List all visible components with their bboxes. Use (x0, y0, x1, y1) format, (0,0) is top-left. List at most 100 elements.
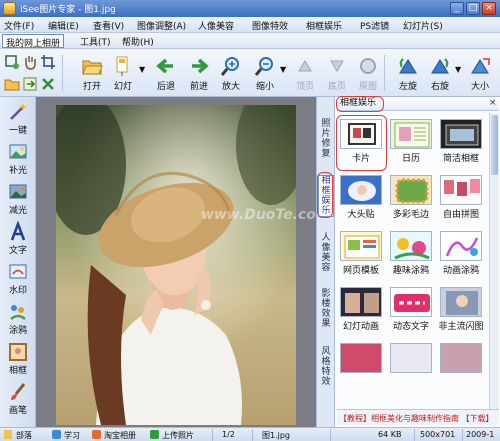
brush-tool[interactable]: 画笔 (2, 381, 34, 417)
text-tool[interactable]: 文字 (2, 221, 34, 257)
status-tribe[interactable]: 部落 (16, 430, 32, 441)
status-dimensions: 500x701 (420, 430, 456, 439)
forward-button[interactable]: 前进 (183, 53, 215, 93)
maximize-button[interactable]: □ (466, 2, 480, 15)
first-page-button[interactable]: 顶页 (289, 53, 321, 93)
original-size-button[interactable]: 原图 (352, 53, 384, 93)
frame-item-color-edge[interactable]: 多彩毛边 (387, 173, 435, 221)
frame-tool[interactable]: 相框 (2, 341, 34, 377)
open-folder-icon (82, 60, 103, 75)
slideshow-button[interactable]: 幻灯 (107, 53, 139, 93)
status-separator (252, 429, 253, 441)
menu-effects[interactable]: 图像特效 (252, 19, 288, 32)
slideshow-dropdown-icon[interactable]: ▼ (139, 65, 145, 74)
folder-small-icon[interactable] (4, 76, 20, 92)
status-upload-photo[interactable]: 上传照片 (162, 430, 194, 441)
menu-help[interactable]: 帮助(H) (122, 35, 154, 48)
status-filename: 图1.jpg (262, 431, 291, 440)
tab-style-effects[interactable]: 风格特效 (318, 347, 334, 387)
frame-item-calendar[interactable]: 日历 (387, 117, 435, 165)
text-icon (10, 221, 26, 241)
panel-scrollbar[interactable] (489, 113, 499, 409)
zoom-in-icon (220, 57, 239, 76)
status-page-counter: 1/2 (222, 430, 235, 439)
menu-edit[interactable]: 编辑(E) (48, 19, 79, 32)
menu-ps-filters[interactable]: PS滤镜 (360, 19, 389, 32)
back-button[interactable]: 后退 (150, 53, 182, 93)
menu-slideshow[interactable]: 幻灯片(S) (403, 19, 443, 32)
tab-highlight-ring (317, 172, 333, 218)
title-bar: iSee图片专家 - 图1.jpg _ □ × (0, 0, 500, 17)
frame-label: 相框 (8, 366, 27, 376)
add-light-tool[interactable]: 补光 (2, 141, 34, 177)
menu-tools[interactable]: 工具(T) (80, 35, 111, 48)
menu-frames[interactable]: 相框娱乐 (306, 19, 342, 32)
free-collage-label: 自由拼图 (442, 210, 479, 220)
panel-footer-links[interactable]: 【教程】相框美化与趣味制作指南 【下载】 (337, 409, 499, 425)
frame-item-simple-frame[interactable]: 简洁相框 (437, 117, 485, 165)
zoom-out-icon (254, 57, 273, 76)
zoom-in-button[interactable]: 放大 (215, 53, 247, 93)
status-learn[interactable]: 学习 (64, 430, 80, 441)
minimize-button[interactable]: _ (450, 2, 464, 15)
close-button[interactable]: × (482, 2, 496, 15)
hand-icon[interactable] (22, 54, 38, 70)
one-click-tool[interactable]: 一键 (2, 101, 34, 137)
rotate-dropdown-icon[interactable]: ▼ (455, 65, 461, 74)
frame-item-more-3[interactable] (437, 341, 485, 381)
panel-close-button[interactable]: × (489, 98, 497, 108)
app-logo-icon (3, 2, 16, 15)
frame-item-animated-doodle[interactable]: 动画涂鸦 (437, 229, 485, 277)
watermark-icon (9, 264, 27, 279)
frame-item-more-2[interactable] (387, 341, 435, 381)
rotate-right-button[interactable]: 右旋 (424, 53, 456, 93)
tab-photo-repair[interactable]: 照片修复 (318, 119, 334, 159)
window-title: iSee图片专家 - 图1.jpg (20, 5, 116, 15)
frame-item-animated-text[interactable]: 动态文字 (387, 285, 435, 333)
watermark-label: 水印 (8, 286, 27, 296)
doodle-tool[interactable]: 涂鸦 (2, 301, 34, 337)
delete-icon[interactable] (40, 76, 56, 92)
rotate-right-label: 右旋 (430, 82, 449, 92)
zoom-out-button[interactable]: 缩小 (249, 53, 281, 93)
resize-button[interactable]: 大小 (464, 53, 496, 93)
menu-view[interactable]: 查看(V) (93, 19, 124, 32)
image-canvas[interactable]: www.DuoTe.com (36, 97, 331, 427)
frame-item-fun-doodle[interactable]: 趣味涂鸦 (387, 229, 435, 277)
tab-studio-effects[interactable]: 影楼效果 (318, 289, 334, 329)
reduce-light-tool[interactable]: 减光 (2, 181, 34, 217)
panel-scrollbar-thumb[interactable] (491, 115, 498, 175)
learn-icon (52, 430, 61, 439)
simple-frame-thumbnail-icon (445, 124, 479, 146)
menu-portrait[interactable]: 人像美容 (198, 19, 234, 32)
brush-label: 画笔 (8, 406, 27, 416)
status-taobao-album[interactable]: 淘宝相册 (104, 430, 136, 441)
flash-image-label: 非主流闪图 (438, 322, 484, 332)
frame-item-web-template[interactable]: 网页模板 (337, 229, 385, 277)
select-icon[interactable] (4, 54, 20, 70)
frame-item-slide-animation[interactable]: 幻灯动画 (337, 285, 385, 333)
frame-item-more-1[interactable] (337, 341, 385, 381)
crop-icon[interactable] (40, 54, 56, 70)
last-page-label: 底页 (327, 82, 346, 92)
open-button[interactable]: 打开 (76, 53, 108, 93)
watermark-tool[interactable]: 水印 (2, 261, 34, 297)
frame-item-free-collage[interactable]: 自由拼图 (437, 173, 485, 221)
last-page-button[interactable]: 底页 (321, 53, 353, 93)
zoom-dropdown-icon[interactable]: ▼ (280, 65, 286, 74)
photo-sticker-thumbnail-icon (348, 181, 376, 201)
animated-text-thumbnail-icon (394, 294, 430, 312)
slideshow-icon (116, 56, 128, 76)
menu-online-album[interactable]: 我的网上相册 (2, 34, 65, 49)
toolbar-separator (384, 55, 385, 91)
frame-item-flash-image[interactable]: 非主流闪图 (437, 285, 485, 333)
menu-file[interactable]: 文件(F) (4, 19, 34, 32)
status-separator (462, 429, 463, 441)
export-icon[interactable] (22, 76, 38, 92)
tab-portrait-beauty[interactable]: 人像美容 (318, 233, 334, 273)
arrow-left-icon (156, 58, 173, 74)
rotate-left-button[interactable]: 左旋 (392, 53, 424, 93)
add-light-label: 补光 (8, 166, 27, 176)
frame-item-photo-sticker[interactable]: 大头贴 (337, 173, 385, 221)
menu-image-adjust[interactable]: 图像调整(A) (137, 19, 186, 32)
